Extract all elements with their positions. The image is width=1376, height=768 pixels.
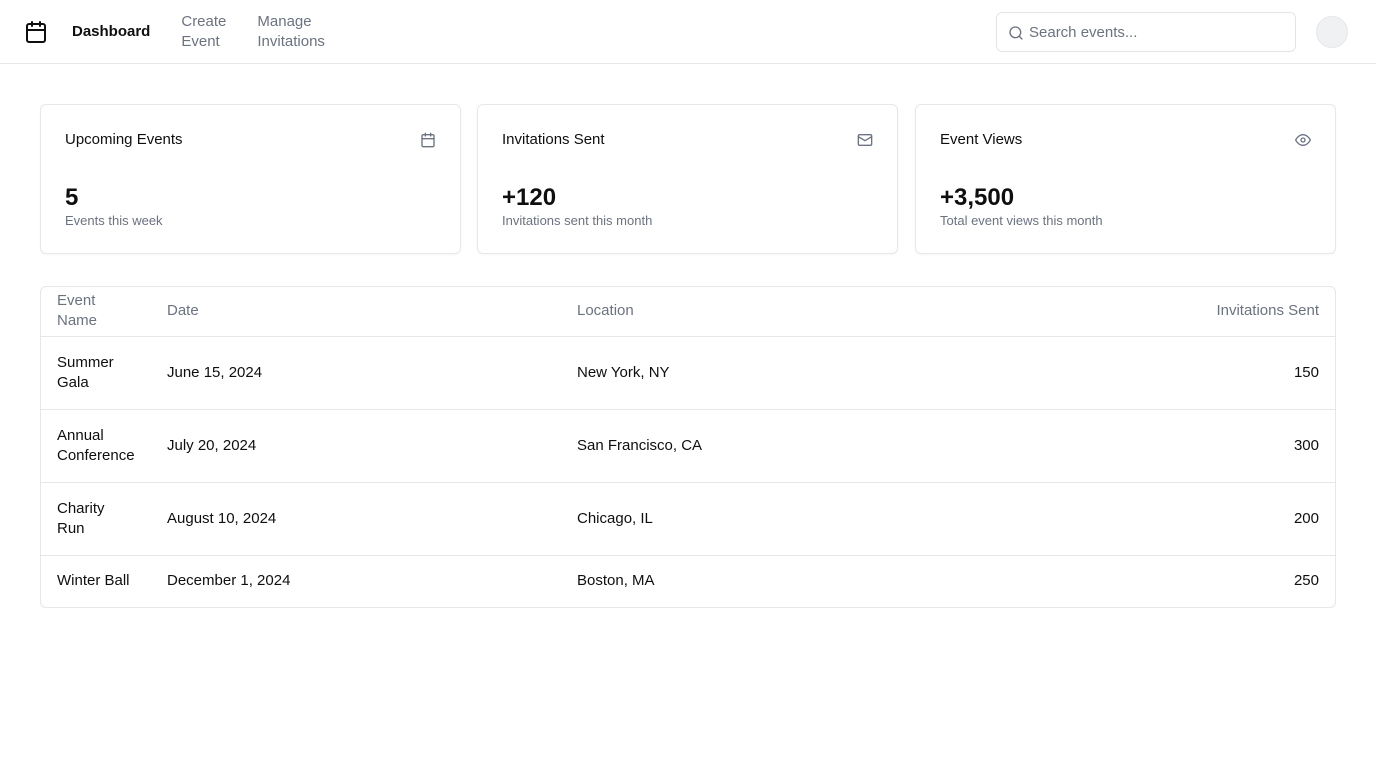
stat-card-subtitle: Invitations sent this month (502, 213, 653, 228)
column-event-name[interactable]: Event Name (41, 287, 151, 337)
stat-card-value: +120 (502, 184, 557, 211)
cell-date: June 15, 2024 (151, 336, 561, 410)
column-event-name-line2: Name (57, 312, 98, 330)
stat-card-title: Upcoming Events (65, 131, 183, 148)
nav-manage-invitations-line1: Manage (257, 13, 312, 30)
cell-event-name: Summer Gala (41, 336, 151, 410)
nav-create-event[interactable]: Create Event (181, 12, 226, 52)
search-icon (1009, 26, 1023, 40)
search-input[interactable] (1029, 22, 1289, 42)
cell-location: Chicago, IL (561, 482, 971, 556)
nav-create-event-line2: Event (181, 33, 220, 50)
cell-invitations: 150 (971, 336, 1335, 410)
column-date[interactable]: Date (151, 287, 561, 337)
cell-invitations: 300 (971, 409, 1335, 483)
table-row[interactable]: Winter Ball December 1, 2024 Boston, MA … (41, 555, 1335, 607)
stats-cards: Upcoming Events 5 Events this week Invit… (40, 104, 1336, 254)
stat-card-subtitle: Total event views this month (940, 213, 1103, 228)
nav-dashboard[interactable]: Dashboard (72, 22, 150, 42)
nav-create-event-line1: Create (181, 13, 227, 30)
eye-icon (1295, 134, 1311, 146)
stat-card-title: Invitations Sent (502, 131, 605, 148)
cell-location: Boston, MA (577, 572, 655, 590)
avatar[interactable] (1316, 16, 1348, 48)
table-row[interactable]: Summer Gala June 15, 2024 New York, NY 1… (41, 336, 1335, 410)
stat-card-upcoming-events: Upcoming Events 5 Events this week (40, 104, 461, 254)
nav-manage-invitations[interactable]: Manage Invitations (257, 12, 325, 52)
cell-location: New York, NY (561, 336, 971, 410)
cell-location: San Francisco, CA (561, 409, 971, 483)
cell-date: July 20, 2024 (151, 409, 561, 483)
cell-event-name: Annual Conference (41, 409, 151, 483)
calendar-icon (421, 132, 435, 148)
column-invitations-sent[interactable]: Invitations Sent (971, 287, 1335, 337)
column-event-name-line1: Event (57, 292, 96, 310)
calendar-icon[interactable] (24, 20, 48, 44)
stat-card-subtitle: Events this week (65, 213, 163, 228)
top-header: Dashboard Create Event Manage Invitation… (0, 0, 1376, 64)
table-row[interactable]: Annual Conference July 20, 2024 San Fran… (41, 409, 1335, 483)
cell-invitations: 250 (1293, 572, 1319, 590)
stat-card-title: Event Views (940, 131, 1023, 148)
cell-date: December 1, 2024 (167, 572, 291, 590)
stat-card-value: +3,500 (940, 184, 1015, 211)
events-table: Event Name Date Location Invitations Sen… (40, 286, 1336, 608)
cell-date: August 10, 2024 (151, 482, 561, 556)
main-nav: Dashboard Create Event Manage Invitation… (72, 0, 356, 64)
cell-invitations: 200 (971, 482, 1335, 556)
column-location[interactable]: Location (561, 287, 971, 337)
search-box (996, 12, 1296, 52)
stat-card-event-views: Event Views +3,500 Total event views thi… (915, 104, 1336, 254)
stat-card-invitations-sent: Invitations Sent +120 Invitations sent t… (477, 104, 898, 254)
table-header-row: Event Name Date Location Invitations Sen… (41, 287, 1335, 337)
table-row[interactable]: Charity Run August 10, 2024 Chicago, IL … (41, 482, 1335, 556)
cell-event-name: Winter Ball (57, 572, 130, 590)
cell-event-name: Charity Run (41, 482, 151, 556)
nav-manage-invitations-line2: Invitations (257, 33, 325, 50)
mail-icon (857, 134, 873, 146)
stat-card-value: 5 (65, 184, 79, 211)
